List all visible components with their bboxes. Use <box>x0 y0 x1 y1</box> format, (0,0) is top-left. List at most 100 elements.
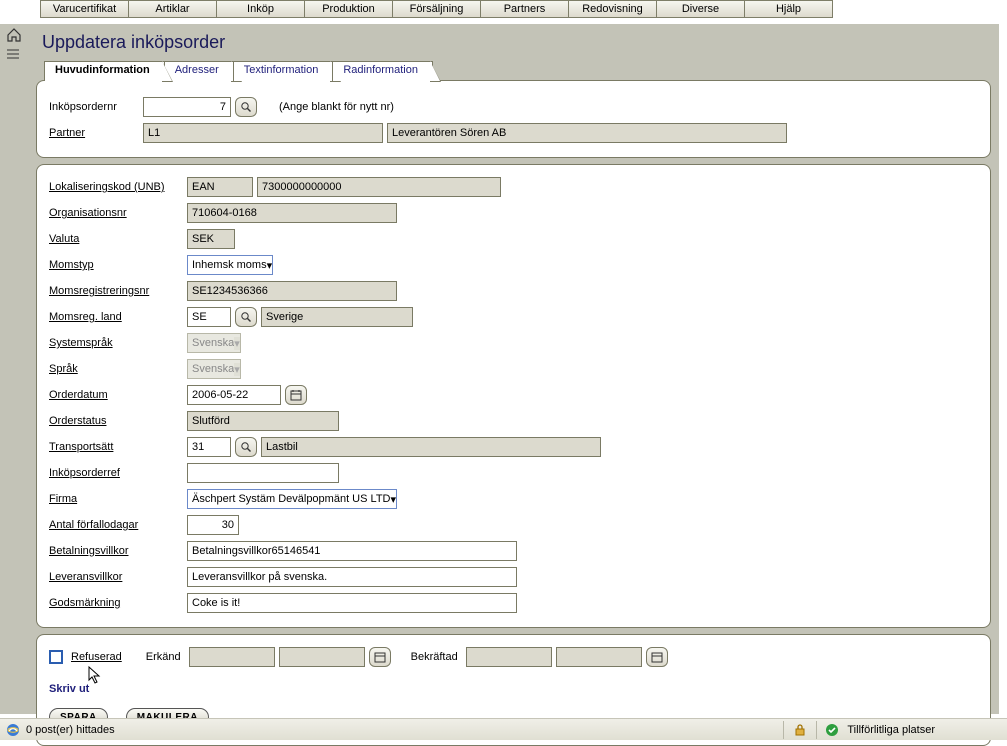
page-title: Uppdatera inköpsorder <box>36 30 991 61</box>
trust-text: Tillförlitliga platser <box>847 724 935 736</box>
unb-value: 7300000000000 <box>257 177 501 197</box>
momsland-code-input[interactable] <box>187 307 231 327</box>
orderdatum-calendar-button[interactable] <box>285 385 307 405</box>
gods-label: Godsmärkning <box>49 597 183 609</box>
syssprak-select: Svenska ▾ <box>187 333 241 353</box>
partner-label: Partner <box>49 127 139 139</box>
chevron-down-icon: ▾ <box>234 363 240 376</box>
forfallo-label: Antal förfallodagar <box>49 519 183 531</box>
lock-icon <box>790 723 810 737</box>
valuta-value: SEK <box>187 229 235 249</box>
erkand-date2 <box>279 647 365 667</box>
momsreg-label: Momsregistreringsnr <box>49 285 183 297</box>
tab-strip: Huvudinformation Adresser Textinformatio… <box>44 61 991 81</box>
forfallo-input[interactable] <box>187 515 239 535</box>
menu-hjalp[interactable]: Hjälp <box>744 0 833 18</box>
menu-partners[interactable]: Partners <box>480 0 569 18</box>
erkand-date1 <box>189 647 275 667</box>
firma-select[interactable]: Äschpert Systäm Devälpopmänt US LTD ▾ <box>187 489 397 509</box>
partner-code: L1 <box>143 123 383 143</box>
ordernr-input[interactable] <box>143 97 231 117</box>
inkopref-input[interactable] <box>187 463 339 483</box>
orgnr-value: 710604-0168 <box>187 203 397 223</box>
bekraftad-date2 <box>556 647 642 667</box>
transport-label: Transportsätt <box>49 441 183 453</box>
partner-name: Leverantören Sören AB <box>387 123 787 143</box>
levvillkor-label: Leveransvillkor <box>49 571 183 583</box>
betvillkor-label: Betalningsvillkor <box>49 545 183 557</box>
menu-diverse[interactable]: Diverse <box>656 0 745 18</box>
chevron-down-icon: ▾ <box>390 493 396 506</box>
refuserad-checkbox[interactable] <box>49 650 63 664</box>
panel-header: Inköpsordernr (Ange blankt för nytt nr) … <box>36 80 991 158</box>
momsreg-value: SE1234536366 <box>187 281 397 301</box>
sprak-label: Språk <box>49 363 183 375</box>
search-icon <box>240 311 252 323</box>
syssprak-value: Svenska <box>192 337 234 349</box>
menu-inkop[interactable]: Inköp <box>216 0 305 18</box>
search-icon <box>240 441 252 453</box>
skrivut-link[interactable]: Skriv ut <box>49 683 89 695</box>
erkand-label: Erkänd <box>146 651 185 663</box>
panel-form: Lokaliseringskod (UNB) EAN 7300000000000… <box>36 164 991 628</box>
firma-label: Firma <box>49 493 183 505</box>
list-icon[interactable] <box>6 48 22 62</box>
ordernr-hint: (Ange blankt för nytt nr) <box>279 101 394 113</box>
inkopref-label: Inköpsorderref <box>49 467 183 479</box>
tab-radinformation[interactable]: Radinformation <box>332 61 433 81</box>
menu-produktion[interactable]: Produktion <box>304 0 393 18</box>
firma-value: Äschpert Systäm Devälpopmänt US LTD <box>192 493 390 505</box>
gods-input[interactable] <box>187 593 517 613</box>
orderstatus-label: Orderstatus <box>49 415 183 427</box>
valuta-label: Valuta <box>49 233 183 245</box>
bekraftad-calendar-button[interactable] <box>646 647 668 667</box>
bekraftad-date1 <box>466 647 552 667</box>
menu-forsaljning[interactable]: Försäljning <box>392 0 481 18</box>
orderstatus-value: Slutförd <box>187 411 339 431</box>
erkand-calendar-button[interactable] <box>369 647 391 667</box>
tab-textinformation[interactable]: Textinformation <box>233 61 334 81</box>
tab-huvudinformation[interactable]: Huvudinformation <box>44 61 165 81</box>
bekraftad-label: Bekräftad <box>411 651 462 663</box>
momstyp-label: Momstyp <box>49 259 183 271</box>
transport-search-button[interactable] <box>235 437 257 457</box>
ie-icon <box>6 723 20 737</box>
menubar: Varucertifikat Artiklar Inköp Produktion… <box>0 0 1007 18</box>
check-icon <box>823 723 841 737</box>
statusbar: 0 post(er) hittades Tillförlitliga plats… <box>0 718 1007 740</box>
momsland-search-button[interactable] <box>235 307 257 327</box>
momsland-label: Momsreg. land <box>49 311 183 323</box>
unb-code: EAN <box>187 177 253 197</box>
orgnr-label: Organisationsnr <box>49 207 183 219</box>
transport-code-input[interactable] <box>187 437 231 457</box>
menu-redovisning[interactable]: Redovisning <box>568 0 657 18</box>
status-text: 0 post(er) hittades <box>26 724 115 736</box>
unb-label: Lokaliseringskod (UNB) <box>49 181 183 193</box>
refuserad-label: Refuserad <box>71 651 126 663</box>
calendar-icon <box>651 651 663 663</box>
ordernr-search-button[interactable] <box>235 97 257 117</box>
calendar-icon <box>290 389 302 401</box>
sidebar <box>0 24 28 714</box>
momsland-name: Sverige <box>261 307 413 327</box>
momstyp-select[interactable]: Inhemsk moms ▾ <box>187 255 273 275</box>
home-icon[interactable] <box>6 28 22 42</box>
levvillkor-input[interactable] <box>187 567 517 587</box>
menu-artiklar[interactable]: Artiklar <box>128 0 217 18</box>
sprak-select: Svenska ▾ <box>187 359 241 379</box>
betvillkor-input[interactable] <box>187 541 517 561</box>
menu-varucertifikat[interactable]: Varucertifikat <box>40 0 129 18</box>
calendar-icon <box>374 651 386 663</box>
momstyp-value: Inhemsk moms <box>192 259 267 271</box>
orderdatum-input[interactable] <box>187 385 281 405</box>
ordernr-label: Inköpsordernr <box>49 101 139 113</box>
main-area: Uppdatera inköpsorder Huvudinformation A… <box>28 24 999 714</box>
search-icon <box>240 101 252 113</box>
syssprak-label: Systemspråk <box>49 337 183 349</box>
sprak-value: Svenska <box>192 363 234 375</box>
tab-adresser[interactable]: Adresser <box>164 61 234 81</box>
transport-name: Lastbil <box>261 437 601 457</box>
chevron-down-icon: ▾ <box>234 337 240 350</box>
chevron-down-icon: ▾ <box>267 259 273 272</box>
orderdatum-label: Orderdatum <box>49 389 183 401</box>
